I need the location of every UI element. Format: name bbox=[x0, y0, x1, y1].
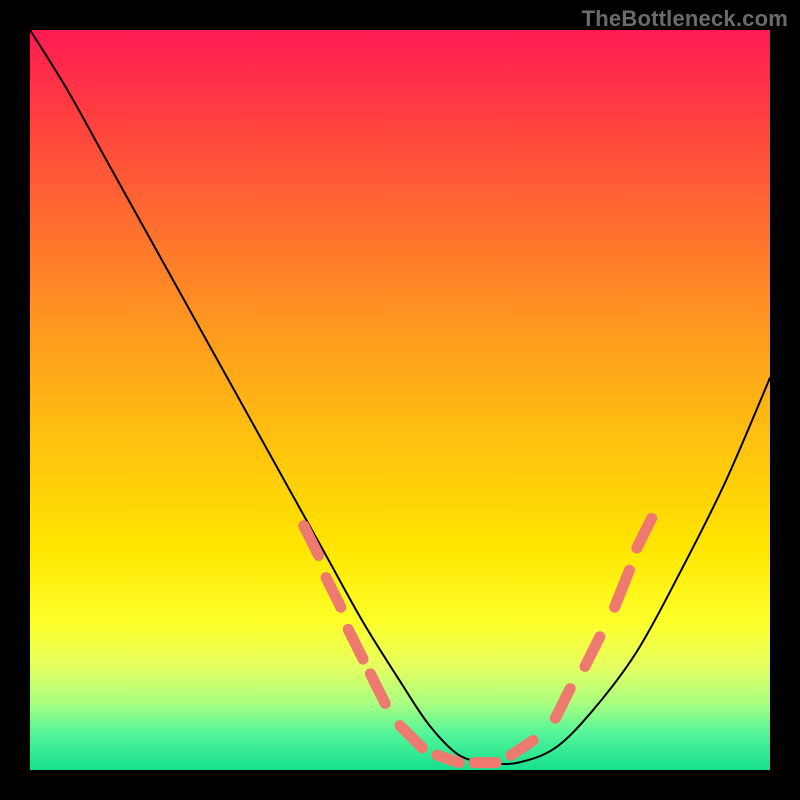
highlight-dash bbox=[585, 637, 600, 667]
highlight-dash bbox=[437, 755, 459, 762]
highlight-dash bbox=[637, 518, 652, 548]
highlight-dash bbox=[511, 740, 533, 755]
highlight-dash bbox=[304, 526, 319, 556]
highlight-dash bbox=[348, 629, 363, 659]
bottleneck-curve bbox=[30, 30, 770, 764]
highlight-dash bbox=[615, 570, 630, 607]
highlight-dash bbox=[400, 726, 422, 748]
highlight-dash bbox=[326, 578, 341, 608]
highlight-dash bbox=[370, 674, 385, 704]
highlight-dash bbox=[555, 689, 570, 719]
bottleneck-chart bbox=[30, 30, 770, 770]
watermark-text: TheBottleneck.com bbox=[582, 6, 788, 32]
highlight-dashes bbox=[304, 518, 652, 762]
